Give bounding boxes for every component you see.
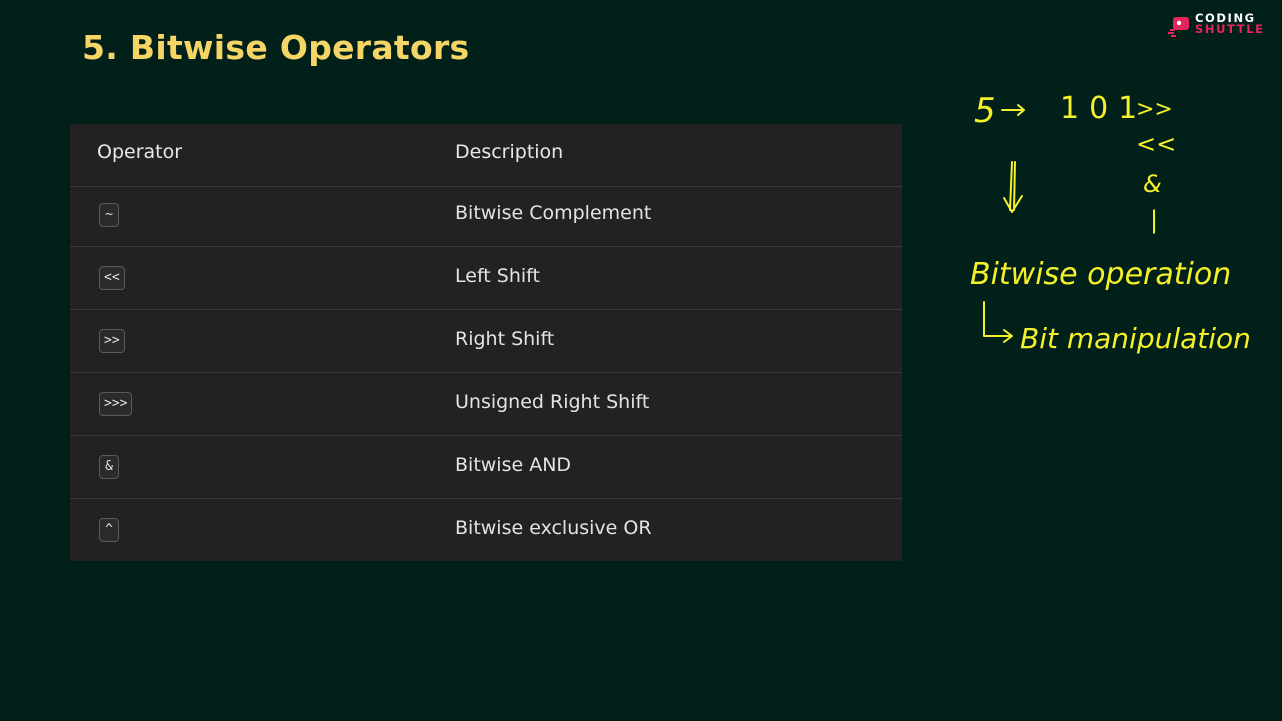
- slide-title: 5. Bitwise Operators: [82, 28, 470, 67]
- header-operator: Operator: [97, 141, 183, 163]
- annot-op-or: |: [1150, 206, 1158, 234]
- annot-op-and: &: [1143, 170, 1162, 198]
- handwritten-annotation: 5 101 >> << & | Bitwise operation Bit ma…: [940, 70, 1280, 370]
- operator-description: Unsigned Right Shift: [455, 391, 650, 413]
- annot-number: 5: [974, 91, 996, 131]
- operator-description: Bitwise AND: [455, 454, 572, 476]
- operators-table: Operator Description ~ Bitwise Complemen…: [70, 124, 902, 561]
- annot-op-rshift: >>: [1136, 97, 1173, 122]
- logo-line-2: SHUTTLE: [1195, 22, 1265, 36]
- corner-arrow-icon: [983, 301, 1013, 343]
- header-description: Description: [455, 141, 564, 163]
- table-row: ^ Bitwise exclusive OR: [70, 499, 902, 562]
- table-row: & Bitwise AND: [70, 436, 902, 499]
- annot-op-lshift: <<: [1136, 130, 1176, 158]
- table-row: ~ Bitwise Complement: [70, 184, 902, 247]
- table-row: << Left Shift: [70, 247, 902, 310]
- operator-code: >>: [99, 329, 125, 353]
- annot-bit-manipulation: Bit manipulation: [1020, 322, 1251, 355]
- operator-description: Bitwise exclusive OR: [455, 517, 652, 539]
- down-arrow-icon: [1003, 161, 1023, 213]
- operator-description: Right Shift: [455, 328, 555, 350]
- annotation-canvas: 5 101 >> << & | Bitwise operation Bit ma…: [970, 91, 1251, 355]
- operator-code: <<: [99, 266, 125, 290]
- operator-description: Left Shift: [455, 265, 540, 287]
- annot-bitwise-operation: Bitwise operation: [970, 257, 1231, 292]
- coding-shuttle-logo: CODING SHUTTLE: [1168, 12, 1268, 39]
- operator-code: ~: [99, 203, 119, 227]
- table-header-row: Operator Description: [70, 124, 902, 187]
- operator-description: Bitwise Complement: [455, 202, 652, 224]
- operator-code: ^: [99, 518, 119, 542]
- shuttle-icon: [1168, 17, 1189, 37]
- operator-code: &: [99, 455, 119, 479]
- table-row: >>> Unsigned Right Shift: [70, 373, 902, 436]
- operator-code: >>>: [99, 392, 133, 416]
- annot-bits: 101: [1060, 91, 1147, 126]
- table-row: >> Right Shift: [70, 310, 902, 373]
